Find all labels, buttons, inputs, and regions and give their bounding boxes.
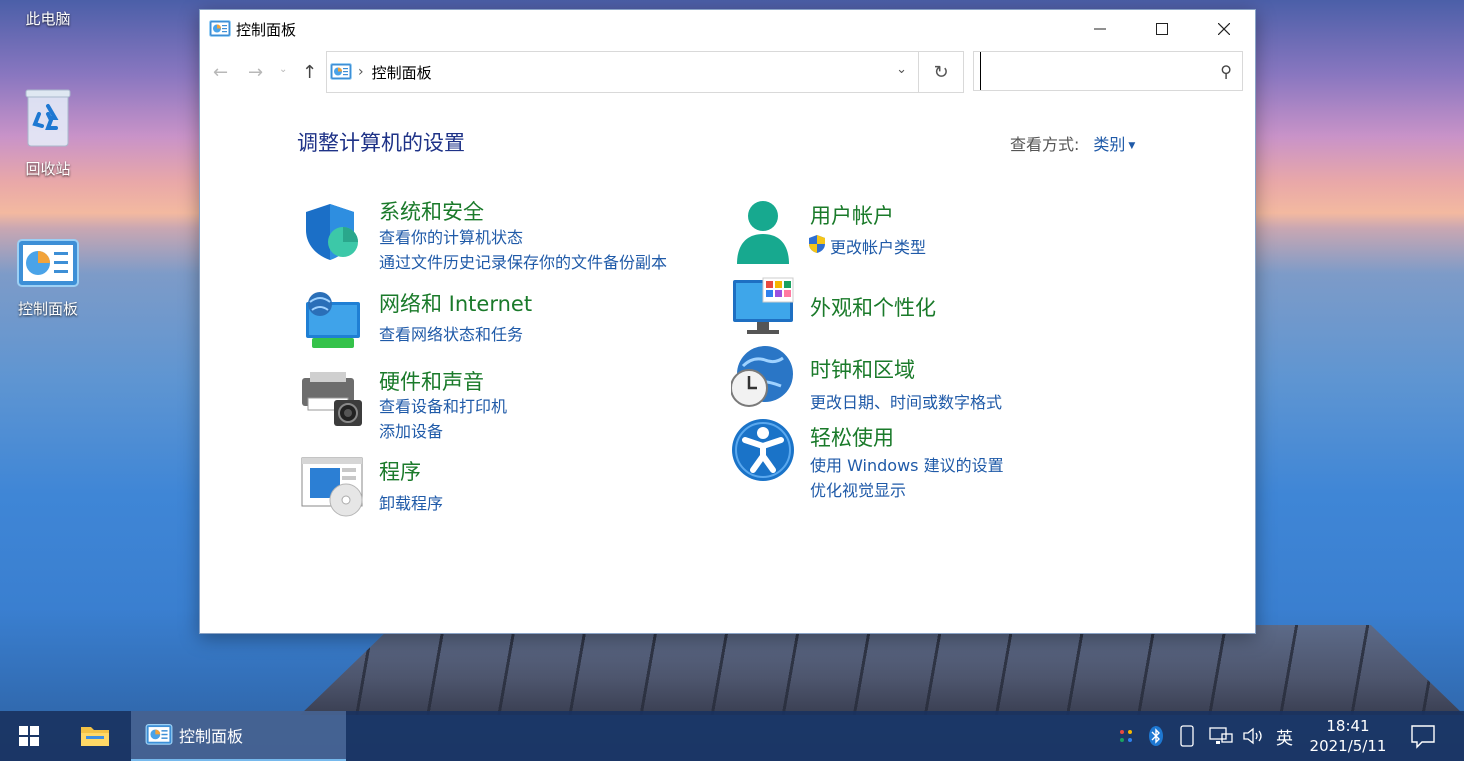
category-title[interactable]: 硬件和声音 bbox=[379, 366, 484, 396]
navigation-bar: ← → ⌄ ↑ › 控制面板 ⌄ ↻ ⚲ bbox=[200, 48, 1255, 98]
category-hardware-sound: 硬件和声音 查看设备和打印机 添加设备 bbox=[300, 368, 700, 448]
minimize-icon bbox=[1094, 28, 1106, 30]
refresh-button[interactable]: ↻ bbox=[918, 52, 963, 92]
desktop-icon-label: 此电脑 bbox=[25, 10, 71, 28]
desktop-icon-control-panel[interactable]: 控制面板 bbox=[8, 238, 88, 319]
link-devices-printers[interactable]: 查看设备和打印机 bbox=[379, 393, 507, 417]
recycle-bin-icon bbox=[25, 89, 71, 147]
link-optimize-visual-display[interactable]: 优化视觉显示 bbox=[810, 477, 906, 501]
category-title[interactable]: 程序 bbox=[379, 456, 421, 486]
link-file-history-backup[interactable]: 通过文件历史记录保存你的文件备份副本 bbox=[379, 249, 667, 273]
folder-icon bbox=[81, 727, 109, 746]
search-icon[interactable]: ⚲ bbox=[1220, 62, 1232, 81]
breadcrumb-control-panel[interactable]: 控制面板 bbox=[372, 62, 432, 83]
category-programs: 程序 卸载程序 bbox=[300, 454, 700, 518]
maximize-button[interactable] bbox=[1131, 10, 1193, 48]
category-title[interactable]: 轻松使用 bbox=[810, 422, 894, 452]
category-ease-of-access: 轻松使用 使用 Windows 建议的设置 优化视觉显示 bbox=[731, 418, 1131, 501]
notification-center-button[interactable] bbox=[1410, 723, 1436, 753]
control-panel-icon bbox=[145, 724, 173, 745]
control-panel-icon bbox=[330, 63, 352, 80]
link-network-status[interactable]: 查看网络状态和任务 bbox=[379, 321, 523, 345]
category-user-accounts: 用户帐户 更改帐户类型 bbox=[731, 200, 1131, 270]
view-by-label: 查看方式: bbox=[1010, 135, 1080, 154]
title-bar[interactable]: 控制面板 bbox=[200, 10, 1255, 48]
tray-ime[interactable]: 英 bbox=[1276, 711, 1293, 761]
refresh-icon: ↻ bbox=[933, 61, 949, 83]
desktop-icon-label: 控制面板 bbox=[17, 300, 78, 318]
search-box[interactable]: ⚲ bbox=[973, 51, 1243, 91]
phone-icon bbox=[1180, 725, 1194, 747]
shield-icon bbox=[306, 204, 358, 260]
network-icon bbox=[1209, 727, 1233, 744]
desktop-icon-this-pc[interactable]: 此电脑 bbox=[8, 8, 88, 29]
link-view-computer-status[interactable]: 查看你的计算机状态 bbox=[379, 224, 523, 248]
clock-time: 18:41 bbox=[1326, 717, 1370, 735]
view-by-dropdown[interactable]: 类别 bbox=[1093, 135, 1125, 154]
back-arrow-icon[interactable]: ← bbox=[213, 62, 228, 83]
programs-disc-icon bbox=[301, 457, 363, 517]
link-uninstall-program[interactable]: 卸载程序 bbox=[379, 490, 443, 514]
link-windows-recommended-settings[interactable]: 使用 Windows 建议的设置 bbox=[810, 452, 1004, 476]
desktop-icon-label: 回收站 bbox=[25, 160, 71, 178]
start-button[interactable] bbox=[0, 711, 58, 761]
category-appearance-personalization: 外观和个性化 bbox=[731, 276, 1131, 340]
printer-camera-icon bbox=[302, 372, 362, 426]
accessibility-icon bbox=[732, 419, 794, 481]
address-dropdown-chevron-icon[interactable]: ⌄ bbox=[896, 62, 907, 77]
category-title[interactable]: 时钟和区域 bbox=[810, 354, 915, 384]
bluetooth-icon bbox=[1149, 726, 1163, 746]
clock-date: 2021/5/11 bbox=[1309, 737, 1387, 755]
taskbar: 控制面板 英 18:41 2021/5/11 bbox=[0, 711, 1464, 761]
category-clock-region: 时钟和区域 更改日期、时间或数字格式 bbox=[731, 344, 1131, 414]
breadcrumb-separator: › bbox=[358, 64, 364, 80]
windows-logo-icon bbox=[19, 726, 39, 746]
taskbar-app-label: 控制面板 bbox=[179, 727, 244, 746]
maximize-icon bbox=[1156, 23, 1168, 35]
notification-icon bbox=[1411, 725, 1435, 749]
close-button[interactable] bbox=[1193, 10, 1255, 48]
wallpaper-pier bbox=[300, 625, 1464, 715]
control-panel-icon bbox=[209, 20, 231, 37]
close-icon bbox=[1218, 23, 1230, 35]
search-input[interactable] bbox=[980, 52, 1215, 90]
tray-color-icon[interactable] bbox=[1118, 711, 1134, 761]
up-arrow-icon[interactable]: ↑ bbox=[302, 62, 317, 83]
link-add-device[interactable]: 添加设备 bbox=[379, 418, 443, 442]
forward-arrow-icon[interactable]: → bbox=[248, 62, 263, 83]
recent-locations-chevron-icon[interactable]: ⌄ bbox=[279, 64, 287, 75]
globe-clock-icon bbox=[731, 346, 793, 407]
category-title[interactable]: 网络和 Internet bbox=[379, 288, 532, 318]
category-network-internet: 网络和 Internet 查看网络状态和任务 bbox=[300, 290, 700, 354]
tray-volume[interactable] bbox=[1242, 711, 1266, 761]
minimize-button[interactable] bbox=[1069, 10, 1131, 48]
view-by: 查看方式: 类别 ▼ bbox=[1010, 131, 1135, 155]
address-bar[interactable]: › 控制面板 ⌄ ↻ bbox=[326, 51, 964, 93]
tray-network[interactable] bbox=[1208, 711, 1234, 761]
category-title[interactable]: 外观和个性化 bbox=[810, 292, 936, 322]
category-system-security: 系统和安全 查看你的计算机状态 通过文件历史记录保存你的文件备份副本 bbox=[300, 200, 700, 280]
network-globe-icon bbox=[306, 292, 360, 348]
dropdown-arrow-icon[interactable]: ▼ bbox=[1128, 141, 1135, 151]
tray-bluetooth[interactable] bbox=[1148, 711, 1164, 761]
taskbar-file-explorer[interactable] bbox=[70, 711, 120, 761]
monitor-personalization-icon bbox=[733, 277, 794, 334]
color-dots-icon bbox=[1120, 730, 1132, 742]
taskbar-clock[interactable]: 18:41 2021/5/11 bbox=[1305, 716, 1391, 756]
desktop-icon-recycle-bin[interactable]: 回收站 bbox=[8, 88, 88, 179]
category-title[interactable]: 系统和安全 bbox=[379, 196, 484, 226]
tray-device[interactable] bbox=[1180, 711, 1194, 761]
uac-shield-icon bbox=[809, 235, 825, 253]
page-title: 调整计算机的设置 bbox=[297, 131, 465, 155]
category-title[interactable]: 用户帐户 bbox=[810, 200, 894, 230]
control-panel-window: 控制面板 ← → ⌄ ↑ › 控制面板 ⌄ ↻ ⚲ 调整计算机的设置 查看方式:… bbox=[199, 9, 1256, 634]
control-panel-icon bbox=[17, 239, 79, 287]
volume-icon bbox=[1243, 727, 1262, 745]
user-icon bbox=[737, 201, 789, 264]
link-change-account-type[interactable]: 更改帐户类型 bbox=[830, 234, 926, 258]
taskbar-app-control-panel[interactable]: 控制面板 bbox=[131, 711, 346, 761]
link-change-date-time-format[interactable]: 更改日期、时间或数字格式 bbox=[810, 389, 1002, 413]
window-title: 控制面板 bbox=[236, 20, 297, 39]
